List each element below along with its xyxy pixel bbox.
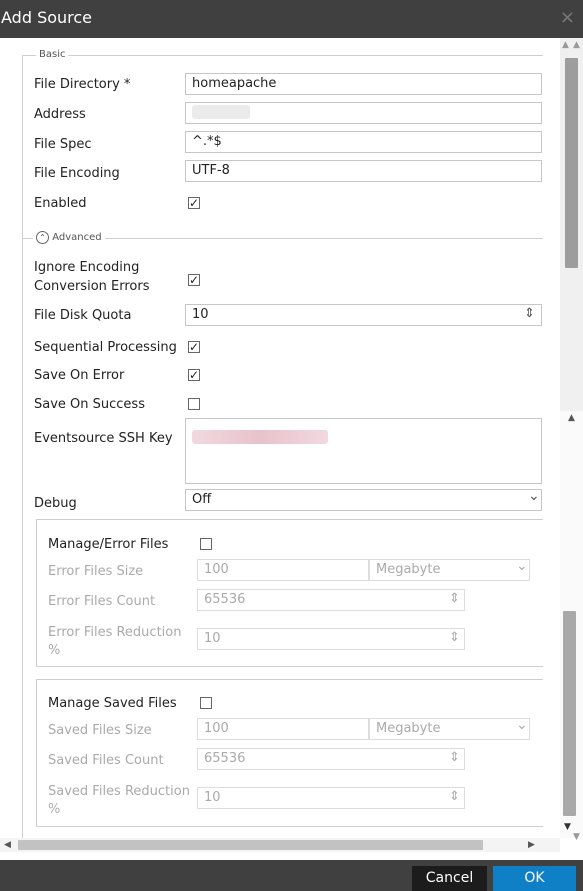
- save-on-success-label: Save On Success: [34, 397, 145, 412]
- ignore-encoding-label-2: Conversion Errors: [34, 279, 150, 294]
- error-files-size-label: Error Files Size: [48, 564, 144, 579]
- sequential-processing-checkbox[interactable]: ✓: [188, 341, 200, 353]
- error-reduction-label-2: %: [48, 643, 61, 658]
- ignore-encoding-label-1: Ignore Encoding: [34, 260, 140, 275]
- ssh-key-textarea[interactable]: [185, 418, 542, 484]
- inner-vertical-scrollbar[interactable]: ▲ ▼ ▼: [560, 411, 583, 842]
- saved-files-unit-select[interactable]: Megabyte: [369, 718, 530, 740]
- save-on-error-checkbox[interactable]: ✓: [188, 369, 200, 381]
- saved-reduction-label-2: %: [48, 802, 61, 817]
- spinner-icon[interactable]: ⇕: [524, 306, 535, 321]
- dialog-title: Add Source: [1, 8, 93, 27]
- inner-scroll-up-icon[interactable]: ▲: [568, 413, 575, 423]
- error-files-checkbox[interactable]: [200, 538, 212, 550]
- enabled-checkbox[interactable]: ✓: [188, 197, 200, 209]
- form-content: Basic File Directory * homeapache Addres…: [0, 38, 560, 838]
- saved-reduction-spinner-icon[interactable]: ⇕: [449, 789, 460, 804]
- saved-files-label: Manage Saved Files: [48, 696, 177, 711]
- chevron-down-icon[interactable]: ⌄: [528, 488, 540, 504]
- error-reduction-input[interactable]: 10: [197, 628, 465, 650]
- error-reduction-label-1: Error Files Reduction: [48, 625, 182, 640]
- error-files-count-input[interactable]: 65536: [197, 589, 465, 611]
- saved-files-count-input[interactable]: 65536: [197, 748, 465, 770]
- error-files-unit-select[interactable]: Megabyte: [369, 559, 530, 581]
- saved-count-spinner-icon[interactable]: ⇕: [449, 750, 460, 765]
- collapse-icon[interactable]: ⌃: [36, 231, 49, 244]
- file-encoding-label: File Encoding: [34, 166, 120, 181]
- saved-files-size-label: Saved Files Size: [48, 723, 152, 738]
- saved-files-size-input[interactable]: 100: [197, 718, 369, 740]
- ignore-encoding-checkbox[interactable]: ✓: [188, 274, 200, 286]
- saved-reduction-input[interactable]: 10: [197, 787, 465, 809]
- file-spec-label: File Spec: [34, 137, 92, 152]
- cancel-button[interactable]: Cancel: [412, 866, 487, 891]
- outer-scroll-thumb[interactable]: [565, 58, 578, 268]
- error-files-label: Manage/Error Files: [48, 537, 169, 552]
- enabled-label: Enabled: [34, 196, 87, 211]
- file-disk-quota-label: File Disk Quota: [34, 308, 132, 323]
- file-directory-label: File Directory *: [34, 77, 131, 92]
- saved-reduction-label-1: Saved Files Reduction: [48, 784, 190, 799]
- file-directory-input[interactable]: homeapache: [185, 73, 542, 95]
- file-spec-input[interactable]: ^.*$: [185, 131, 542, 153]
- file-disk-quota-input[interactable]: 10: [185, 304, 542, 326]
- dialog-titlebar: Add Source ×: [0, 0, 583, 38]
- scroll-right-icon[interactable]: ▶: [528, 840, 535, 850]
- save-on-error-label: Save On Error: [34, 368, 125, 383]
- saved-files-checkbox[interactable]: [200, 697, 212, 709]
- address-redacted: [192, 105, 250, 119]
- error-reduction-spinner-icon[interactable]: ⇕: [449, 630, 460, 645]
- basic-legend: Basic: [36, 49, 69, 60]
- error-files-count-label: Error Files Count: [48, 594, 156, 609]
- error-unit-chevron-down-icon[interactable]: ⌄: [516, 558, 528, 574]
- ssh-key-redacted: [192, 430, 328, 444]
- scroll-left-icon[interactable]: ◀: [4, 840, 11, 850]
- advanced-legend-wrap[interactable]: ⌃ Advanced: [33, 231, 105, 244]
- dialog-body: Basic File Directory * homeapache Addres…: [0, 38, 583, 860]
- horizontal-scroll-thumb[interactable]: [18, 840, 483, 850]
- ssh-key-label: Eventsource SSH Key: [34, 431, 173, 446]
- error-files-size-input[interactable]: 100: [197, 559, 369, 581]
- outer-vertical-scrollbar[interactable]: ▲ ▲: [560, 38, 583, 411]
- file-encoding-input[interactable]: UTF-8: [185, 160, 542, 182]
- address-label: Address: [34, 107, 86, 122]
- horizontal-scrollbar[interactable]: ◀ ▶: [0, 838, 560, 852]
- saved-unit-chevron-down-icon[interactable]: ⌄: [516, 717, 528, 733]
- advanced-legend: Advanced: [52, 232, 102, 243]
- inner-scroll-thumb[interactable]: [563, 611, 576, 816]
- scroll-up-icon[interactable]: ▲: [562, 40, 569, 50]
- debug-select[interactable]: Off: [185, 489, 542, 511]
- save-on-success-checkbox[interactable]: [188, 398, 200, 410]
- scroll-up-icon-2[interactable]: ▲: [573, 40, 580, 50]
- error-count-spinner-icon[interactable]: ⇕: [449, 591, 460, 606]
- inner-scroll-down-icon[interactable]: ▼: [564, 822, 571, 832]
- saved-files-count-label: Saved Files Count: [48, 753, 164, 768]
- outer-scroll-down-icon[interactable]: ▼: [573, 832, 580, 842]
- ok-button[interactable]: OK: [493, 866, 576, 891]
- sequential-processing-label: Sequential Processing: [34, 340, 177, 355]
- close-icon[interactable]: ×: [560, 7, 575, 28]
- debug-label: Debug: [34, 496, 77, 511]
